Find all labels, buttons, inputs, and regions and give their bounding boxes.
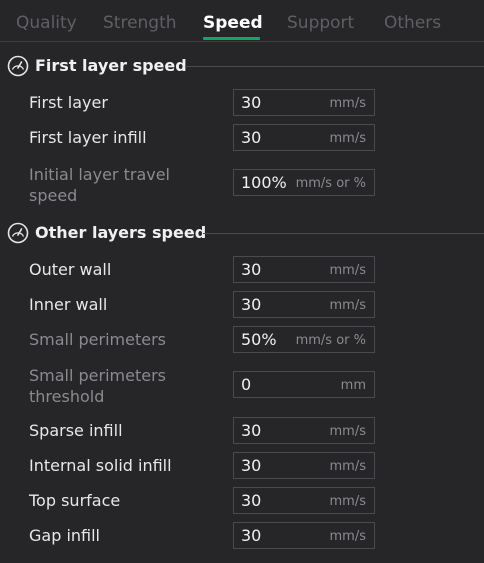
field-value[interactable]: 30	[241, 526, 261, 545]
top-surface-speed-input[interactable]: 30 mm/s	[233, 487, 375, 514]
field-value[interactable]: 0	[241, 375, 251, 394]
field-unit: mm/s	[329, 424, 366, 439]
section-divider	[185, 66, 484, 67]
tab-bar: Quality Strength Speed Support Others	[0, 0, 484, 42]
first-layer-infill-speed-input[interactable]: 30 mm/s	[233, 124, 375, 151]
setting-label-line-2: threshold	[29, 387, 105, 406]
outer-wall-speed-input[interactable]: 30 mm/s	[233, 256, 375, 283]
tab-strength[interactable]: Strength	[103, 13, 177, 33]
sparse-infill-speed-input[interactable]: 30 mm/s	[233, 417, 375, 444]
setting-label: Inner wall	[29, 295, 108, 314]
internal-solid-infill-speed-input[interactable]: 30 mm/s	[233, 452, 375, 479]
active-tab-indicator	[203, 37, 260, 40]
setting-label: Gap infill	[29, 526, 100, 545]
section-header-first-layer-speed: First layer speed	[0, 55, 484, 77]
field-unit: mm/s	[329, 131, 366, 146]
setting-label: Top surface	[29, 491, 121, 510]
tab-quality[interactable]: Quality	[16, 13, 77, 33]
setting-label: First layer	[29, 93, 108, 112]
field-unit: mm/s	[329, 263, 366, 278]
setting-label: Internal solid infill	[29, 456, 172, 475]
tab-others[interactable]: Others	[384, 13, 441, 33]
section-header-other-layers-speed: Other layers speed	[0, 222, 484, 244]
field-value[interactable]: 30	[241, 295, 261, 314]
section-title: Other layers speed	[35, 223, 207, 242]
setting-label-line-2: speed	[29, 186, 78, 205]
field-unit: mm/s or %	[295, 176, 366, 191]
tab-support[interactable]: Support	[287, 13, 354, 33]
field-value[interactable]: 30	[241, 260, 261, 279]
field-unit: mm	[340, 378, 366, 393]
field-unit: mm/s	[329, 298, 366, 313]
gap-infill-speed-input[interactable]: 30 mm/s	[233, 522, 375, 549]
field-unit: mm/s	[329, 529, 366, 544]
speedometer-icon	[7, 222, 29, 244]
field-value[interactable]: 50%	[241, 330, 277, 349]
field-value[interactable]: 30	[241, 93, 261, 112]
inner-wall-speed-input[interactable]: 30 mm/s	[233, 291, 375, 318]
field-unit: mm/s	[329, 459, 366, 474]
field-value[interactable]: 100%	[241, 173, 287, 192]
field-unit: mm/s	[329, 96, 366, 111]
field-unit: mm/s	[329, 494, 366, 509]
field-value[interactable]: 30	[241, 128, 261, 147]
field-unit: mm/s or %	[295, 333, 366, 348]
field-value[interactable]: 30	[241, 491, 261, 510]
small-perimeters-threshold-input[interactable]: 0 mm	[233, 371, 375, 398]
section-title: First layer speed	[35, 56, 187, 75]
setting-label-line-1: Small perimeters	[29, 366, 167, 385]
initial-layer-travel-speed-input[interactable]: 100% mm/s or %	[233, 169, 375, 196]
field-value[interactable]: 30	[241, 456, 261, 475]
setting-label-line-1: Initial layer travel	[29, 165, 170, 184]
first-layer-speed-input[interactable]: 30 mm/s	[233, 89, 375, 116]
setting-label: Small perimeters	[29, 330, 167, 349]
tab-speed[interactable]: Speed	[203, 13, 263, 33]
section-divider	[203, 233, 484, 234]
setting-label: Sparse infill	[29, 421, 123, 440]
speedometer-icon	[7, 55, 29, 77]
field-value[interactable]: 30	[241, 421, 261, 440]
small-perimeters-speed-input[interactable]: 50% mm/s or %	[233, 326, 375, 353]
setting-label: Outer wall	[29, 260, 112, 279]
setting-label: First layer infill	[29, 128, 147, 147]
